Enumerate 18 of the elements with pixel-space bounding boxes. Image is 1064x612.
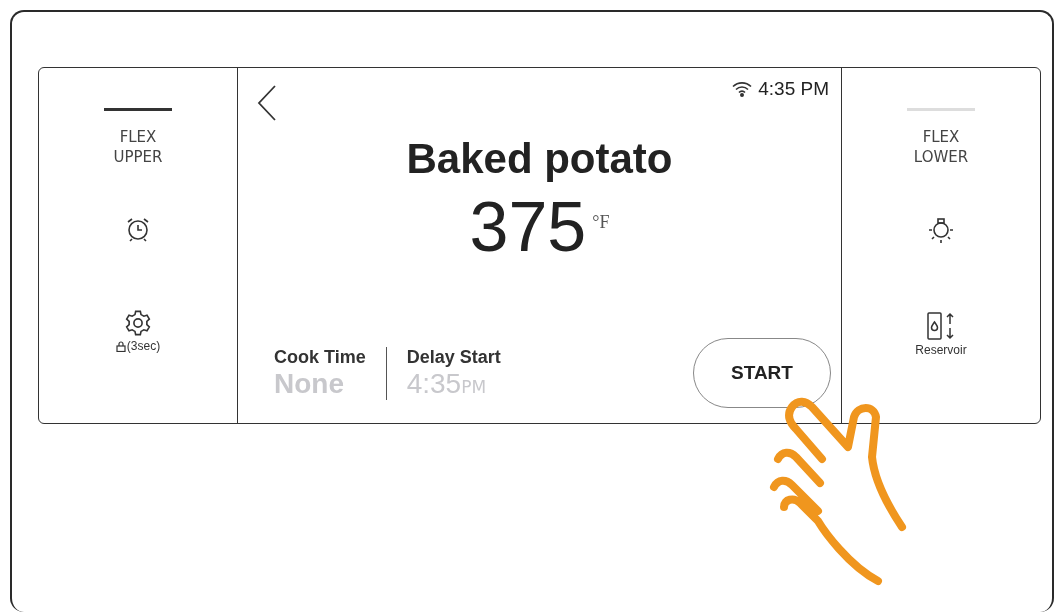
settings-button[interactable]: (3sec) <box>115 309 161 353</box>
light-button[interactable] <box>926 215 956 245</box>
temperature-value: 375 <box>469 190 587 264</box>
settings-icon <box>124 309 152 337</box>
option-label: Cook Time <box>274 346 366 368</box>
button-caption: (3sec) <box>126 339 161 353</box>
reservoir-button[interactable]: Reservoir <box>915 311 967 357</box>
button-caption: Reservoir <box>915 343 967 357</box>
lock-icon <box>115 340 126 352</box>
option-label: Delay Start <box>406 346 501 368</box>
recipe-title: Baked potato <box>406 134 673 184</box>
start-button[interactable]: START <box>693 338 831 408</box>
wifi-icon <box>732 81 753 97</box>
light-bulb-icon <box>926 215 956 245</box>
zone-label[interactable]: FLEX UPPER <box>103 127 173 167</box>
zone-label[interactable]: FLEX LOWER <box>906 127 976 167</box>
temperature-unit: °F <box>592 212 610 233</box>
clock-time: 4:35 PM <box>758 78 829 100</box>
